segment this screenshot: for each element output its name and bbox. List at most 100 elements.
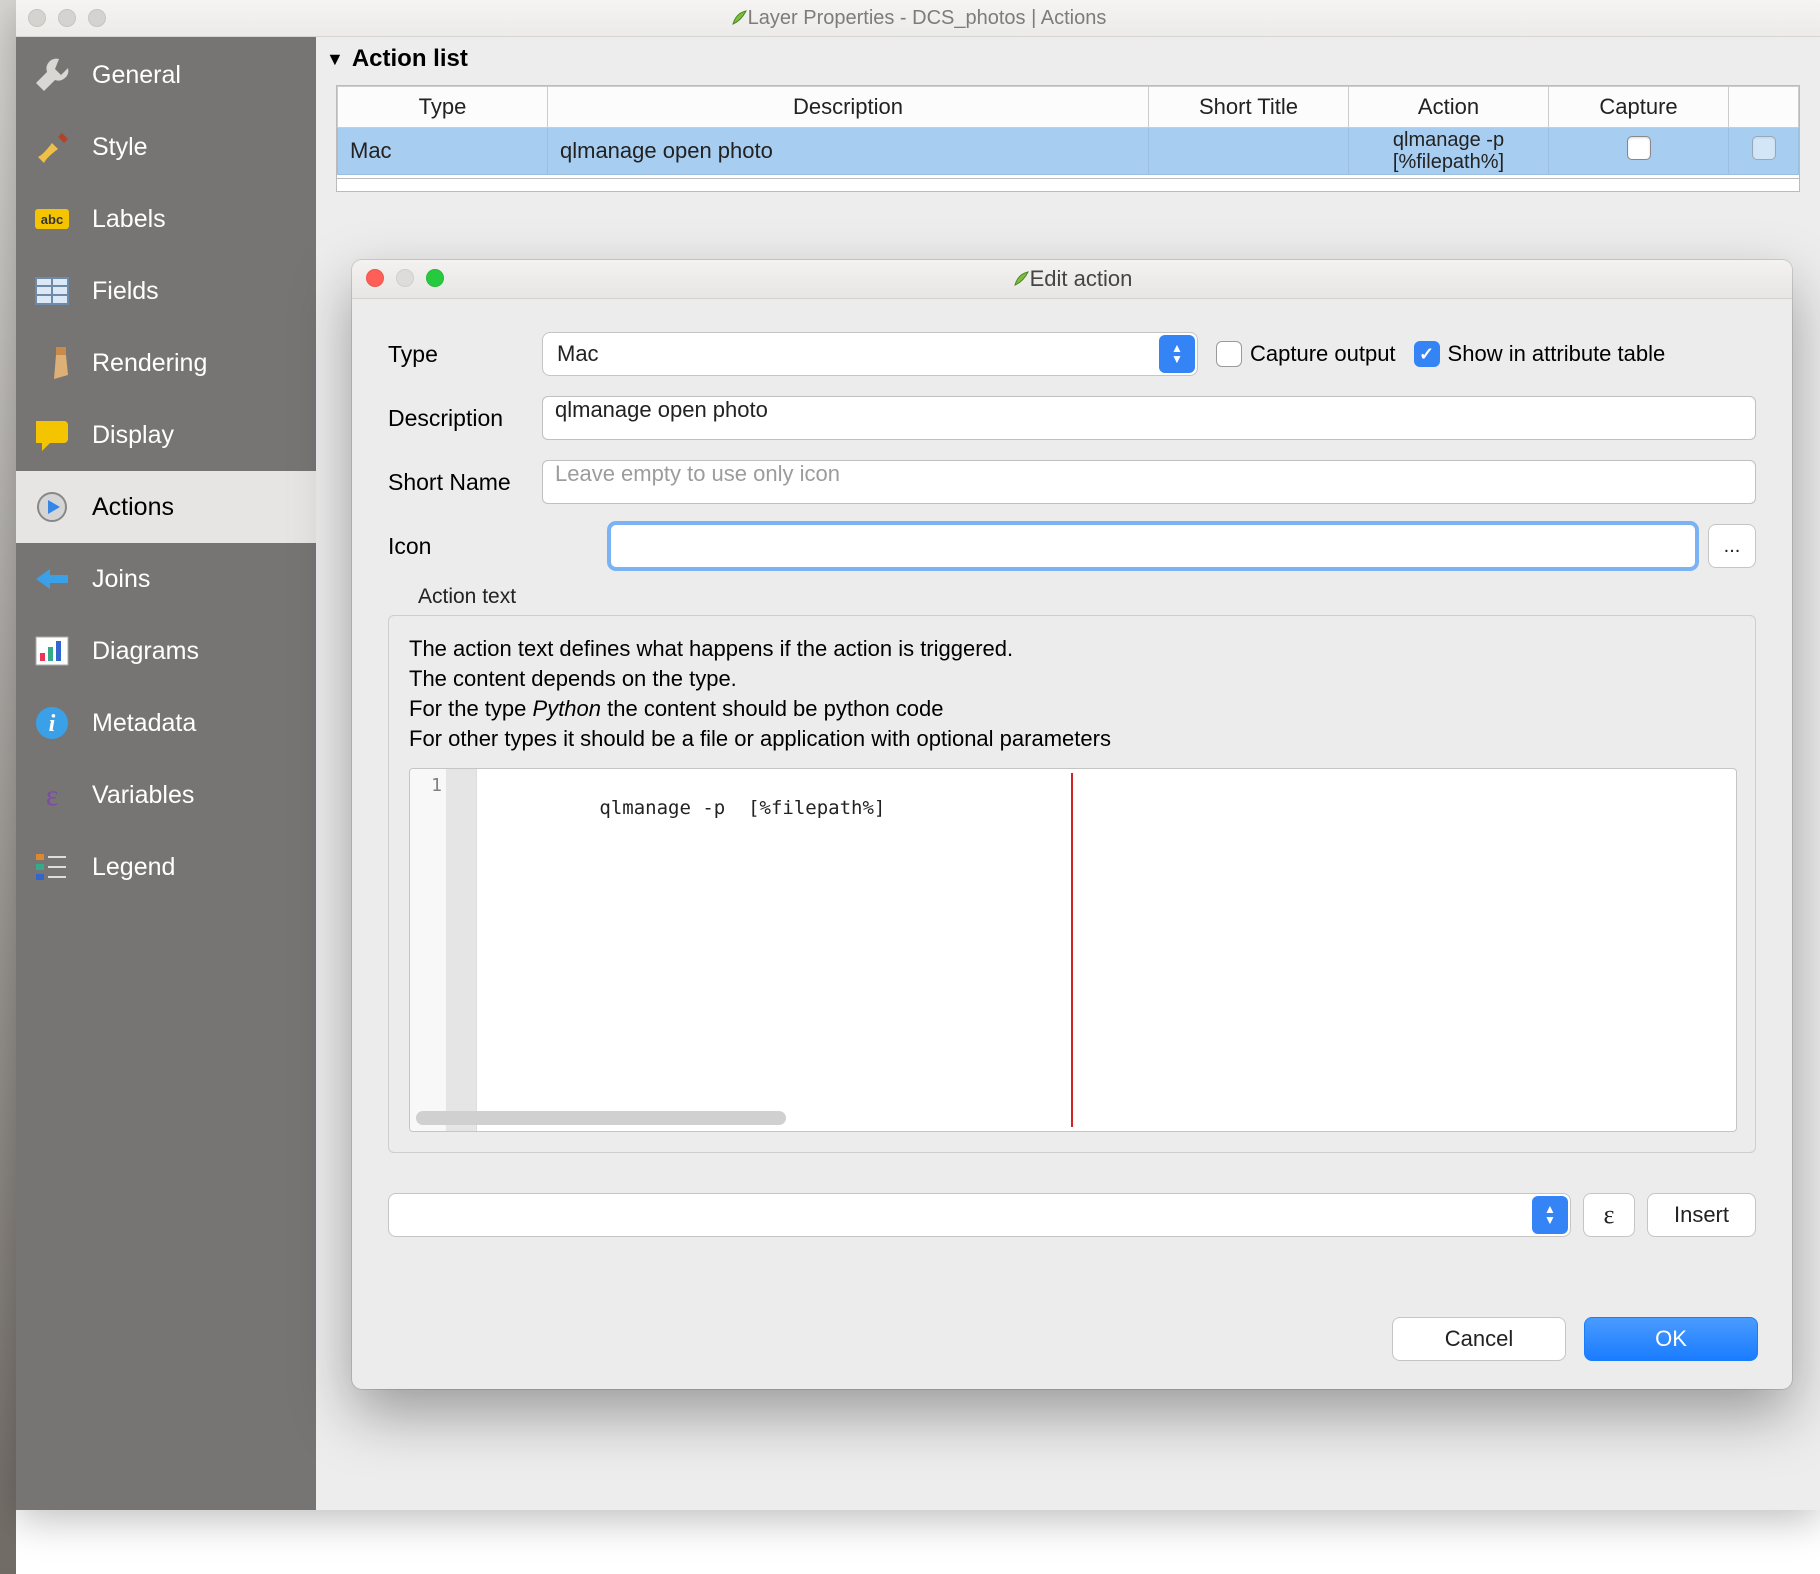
close-icon[interactable] — [28, 9, 46, 27]
label-type: Type — [388, 341, 542, 368]
sidebar: General Style abc Labels Fields — [16, 37, 316, 1510]
cell-extra — [1729, 128, 1799, 175]
dialog-footer: Cancel OK — [352, 1257, 1792, 1389]
extra-checkbox[interactable] — [1752, 136, 1776, 160]
type-select[interactable]: Mac ▲▼ — [542, 332, 1198, 376]
sidebar-item-label: Actions — [92, 493, 174, 522]
action-text-group: The action text defines what happens if … — [388, 615, 1756, 1153]
sidebar-item-display[interactable]: Display — [16, 399, 316, 471]
description-value: qlmanage open photo — [555, 397, 768, 422]
col-description[interactable]: Description — [548, 87, 1149, 128]
capture-output-checkbox[interactable]: Capture output — [1216, 341, 1396, 367]
icon-input[interactable] — [610, 524, 1696, 568]
action-list-table: Type Description Short Title Action Capt… — [336, 85, 1800, 179]
sidebar-item-label: Style — [92, 133, 148, 162]
col-capture[interactable]: Capture — [1549, 87, 1729, 128]
brush-icon — [30, 341, 74, 385]
sidebar-item-fields[interactable]: Fields — [16, 255, 316, 327]
dialog-traffic-lights — [366, 269, 444, 287]
sidebar-item-label: Rendering — [92, 349, 207, 378]
labels-icon: abc — [30, 197, 74, 241]
action-code-editor[interactable]: 1 qlmanage -p [%filepath%] — [409, 768, 1737, 1132]
minimize-icon[interactable] — [396, 269, 414, 287]
sidebar-item-legend[interactable]: Legend — [16, 831, 316, 903]
label-icon: Icon — [388, 533, 542, 560]
wrench-icon — [30, 53, 74, 97]
epsilon-icon: ε — [1604, 1200, 1615, 1230]
sidebar-item-label: Display — [92, 421, 174, 450]
sidebar-item-variables[interactable]: ε Variables — [16, 759, 316, 831]
cell-type: Mac — [338, 128, 548, 175]
paintbrush-icon — [30, 125, 74, 169]
ok-button[interactable]: OK — [1584, 1317, 1758, 1361]
ok-label: OK — [1655, 1326, 1687, 1352]
sidebar-item-style[interactable]: Style — [16, 111, 316, 183]
svg-text:abc: abc — [41, 212, 63, 227]
minimize-icon[interactable] — [58, 9, 76, 27]
sidebar-item-joins[interactable]: Joins — [16, 543, 316, 615]
type-select-value: Mac — [557, 341, 599, 367]
label-shortname: Short Name — [388, 469, 542, 496]
sidebar-item-metadata[interactable]: i Metadata — [16, 687, 316, 759]
show-in-attr-checkbox[interactable]: Show in attribute table — [1414, 341, 1666, 367]
column-ruler — [1071, 773, 1073, 1127]
label-action-text: Action text — [418, 585, 1756, 609]
sidebar-item-label: Fields — [92, 277, 159, 306]
qgis-icon — [1012, 270, 1030, 288]
description-input[interactable]: qlmanage open photo — [542, 396, 1756, 440]
sidebar-item-label: Joins — [92, 565, 150, 594]
action-text-help: The action text defines what happens if … — [409, 634, 1737, 754]
section-header-action-list[interactable]: ▼ Action list — [316, 37, 1820, 81]
chart-icon — [30, 629, 74, 673]
sidebar-item-general[interactable]: General — [16, 39, 316, 111]
insert-label: Insert — [1674, 1202, 1729, 1228]
zoom-icon[interactable] — [88, 9, 106, 27]
sidebar-item-label: Diagrams — [92, 637, 199, 666]
tooltip-icon — [30, 413, 74, 457]
code-content: qlmanage -p [%filepath%] — [477, 769, 1736, 1131]
col-short[interactable]: Short Title — [1149, 87, 1349, 128]
window-traffic-lights — [28, 9, 106, 27]
chevron-up-down-icon: ▲▼ — [1159, 335, 1195, 373]
sidebar-item-diagrams[interactable]: Diagrams — [16, 615, 316, 687]
svg-text:i: i — [49, 711, 56, 737]
checkbox-icon — [1216, 341, 1242, 367]
horizontal-scrollbar[interactable] — [416, 1111, 786, 1125]
cell-description: qlmanage open photo — [548, 128, 1149, 175]
sidebar-item-label: General — [92, 61, 181, 90]
table-row[interactable]: Mac qlmanage open photo qlmanage -p [%fi… — [338, 128, 1799, 175]
cell-short — [1149, 128, 1349, 175]
cancel-button[interactable]: Cancel — [1392, 1317, 1566, 1361]
action-list-empty-area — [336, 179, 1800, 192]
col-type[interactable]: Type — [338, 87, 548, 128]
cancel-label: Cancel — [1445, 1326, 1513, 1352]
insert-button[interactable]: Insert — [1647, 1193, 1756, 1237]
chevron-down-icon: ▼ — [326, 49, 344, 70]
cell-capture — [1549, 128, 1729, 175]
sidebar-item-labels[interactable]: abc Labels — [16, 183, 316, 255]
close-icon[interactable] — [366, 269, 384, 287]
sidebar-item-rendering[interactable]: Rendering — [16, 327, 316, 399]
sidebar-item-actions[interactable]: Actions — [16, 471, 316, 543]
checkbox-checked-icon — [1414, 341, 1440, 367]
field-select[interactable]: ▲▼ — [388, 1193, 1571, 1237]
sidebar-item-label: Legend — [92, 853, 175, 882]
shortname-input[interactable]: Leave empty to use only icon — [542, 460, 1756, 504]
expression-button[interactable]: ε — [1583, 1193, 1635, 1237]
svg-text:ε: ε — [46, 779, 59, 812]
icon-browse-button[interactable]: ... — [1708, 524, 1756, 568]
zoom-icon[interactable] — [426, 269, 444, 287]
table-icon — [30, 269, 74, 313]
show-in-attr-label: Show in attribute table — [1448, 341, 1666, 367]
window-title: Layer Properties - DCS_photos | Actions — [748, 7, 1107, 30]
table-header-row: Type Description Short Title Action Capt… — [338, 87, 1799, 128]
joins-icon — [30, 557, 74, 601]
chevron-up-down-icon: ▲▼ — [1532, 1196, 1568, 1234]
gear-play-icon — [30, 485, 74, 529]
cell-action: qlmanage -p [%filepath%] — [1349, 128, 1549, 175]
browse-label: ... — [1724, 535, 1741, 558]
capture-checkbox[interactable] — [1627, 136, 1651, 160]
col-action[interactable]: Action — [1349, 87, 1549, 128]
sidebar-item-label: Labels — [92, 205, 166, 234]
capture-output-label: Capture output — [1250, 341, 1396, 367]
